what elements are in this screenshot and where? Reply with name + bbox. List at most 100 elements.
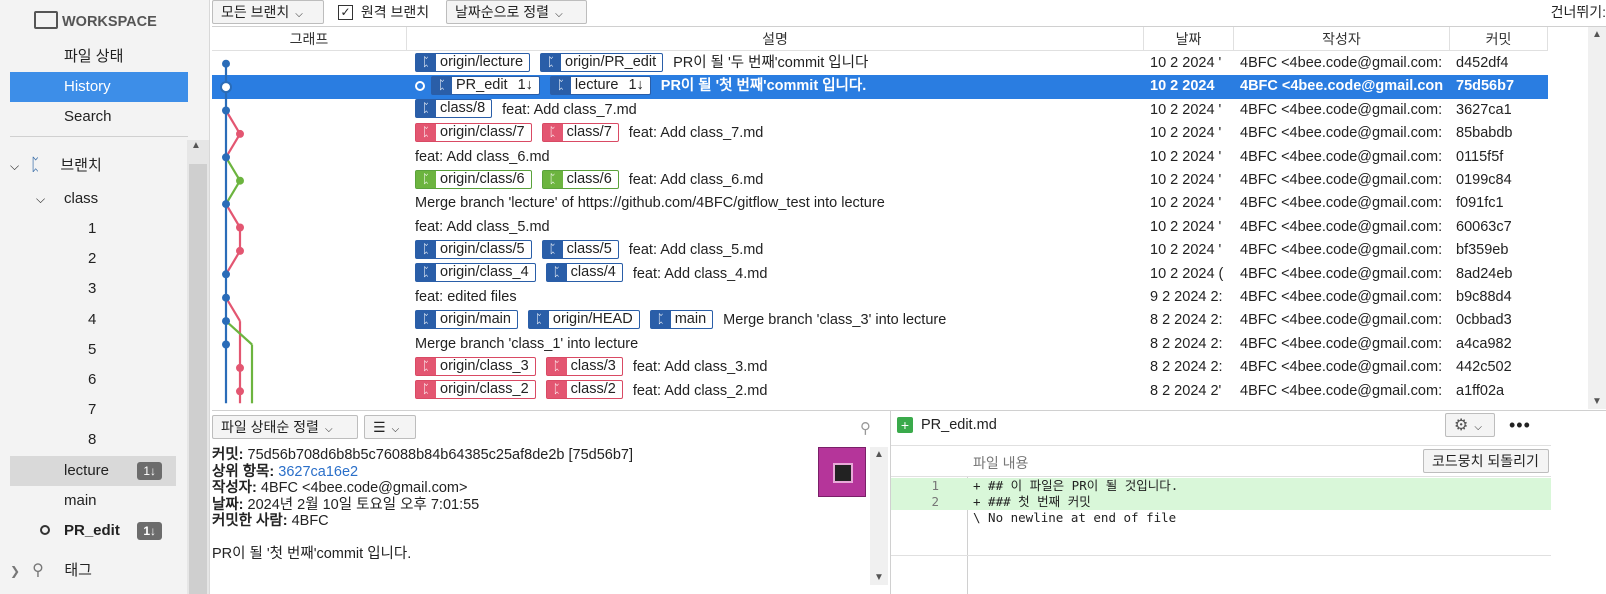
commit-node[interactable] [236,363,244,372]
branch-tag[interactable]: ᛈ class/2 [545,380,623,400]
branch-class-7[interactable]: 7 [88,395,96,425]
commit-row[interactable]: ᛈ origin/main ᛈ origin/HEAD ᛈ main Merge branc… [212,309,1548,332]
branch-tag[interactable]: ᛈ origin/class/6 [415,169,532,189]
class-folder[interactable]: ⌵ class [36,184,98,214]
commit-row[interactable]: feat: Add class_6.md 10 2 2024 ' 4BFC <4be… [212,146,1548,169]
commit-row[interactable]: ᛈ origin/class_3 ᛈ class/3 feat: Add class_3… [212,356,1548,379]
commit-row[interactable]: feat: edited files 9 2 2024 2: 4BFC <4bee.… [212,286,1548,309]
commit-node[interactable] [222,270,230,279]
branch-tag[interactable]: ᛈ PR_edit 1↓ [431,76,540,96]
branch-tag[interactable]: ᛈ origin/PR_edit [540,52,664,72]
commit-node[interactable] [222,153,230,162]
branch-class-1[interactable]: 1 [88,214,96,244]
branch-class-5[interactable]: 5 [88,335,96,365]
all-branches-dropdown[interactable]: 모든 브랜치 ⌵ [212,0,324,24]
branch-lecture[interactable]: lecture 1↓ [10,456,176,486]
branch-pr-edit[interactable]: PR_edit 1↓ [10,516,176,546]
branch-icon: ᛈ [650,311,671,329]
column-header-author[interactable]: 작성자 [1234,27,1450,51]
sidebar-scrollbar[interactable]: ▲ [187,140,209,594]
detail-scrollbar[interactable]: ▲ ▼ [870,447,888,585]
commit-hash: bf359eb [1456,242,1509,259]
commit-date: 10 2 2024 [1150,78,1215,95]
column-header-commit[interactable]: 커밋 [1450,27,1548,51]
sidebar-item-search[interactable]: Search [64,102,112,132]
tags-section[interactable]: ❯ ⚲ 태그 [10,556,92,586]
branch-tag[interactable]: ᛈ class/6 [541,169,619,189]
branch-tag[interactable]: ᛈ class/7 [541,122,619,142]
branches-section[interactable]: ⌵ ᛈ 브랜치 [10,150,102,180]
commit-row[interactable]: feat: Add class_5.md 10 2 2024 ' 4BFC <4be… [212,216,1548,239]
sort-dropdown[interactable]: 날짜순으로 정렬 ⌵ [446,0,587,24]
branch-tag[interactable]: ᛈ origin/HEAD [527,310,640,330]
commit-node[interactable] [222,200,230,209]
sidebar-item-history[interactable]: History [10,72,188,102]
branch-tag[interactable]: ᛈ origin/class/7 [415,122,532,142]
branch-class-2[interactable]: 2 [88,244,96,274]
column-header-date[interactable]: 날짜 [1144,27,1234,51]
chevron-up-icon[interactable]: ▲ [874,449,884,460]
branch-tag[interactable]: ᛈ main [649,310,714,330]
branch-tag[interactable]: ᛈ origin/lecture [415,52,531,72]
commit-row[interactable]: ᛈ origin/class_2 ᛈ class/2 feat: Add class_2… [212,380,1548,403]
remote-branch-toggle[interactable]: ✓ 원격 브랜치 [338,2,429,22]
branch-tag[interactable]: ᛈ origin/class_2 [415,380,536,400]
sidebar-item-file-status[interactable]: 파일 상태 [64,42,123,72]
commit-row[interactable]: ᛈ PR_edit 1↓ ᛈ lecture 1↓ PR이 될 '첫 번째'commit 입… [212,75,1548,99]
checkbox[interactable]: ✓ [338,4,353,20]
commit-row[interactable]: ᛈ origin/class_4 ᛈ class/4 feat: Add class_4… [212,263,1548,286]
column-header-description[interactable]: 설명 [407,27,1144,51]
parent-link[interactable]: 3627ca16e2 [278,464,358,480]
branch-tag[interactable]: ᛈ class/4 [545,263,623,283]
commit-node[interactable] [236,129,244,138]
branch-tag-label: origin/HEAD [552,311,633,328]
chevron-up-icon[interactable]: ▲ [1592,29,1602,40]
column-header-graph[interactable]: 그래프 [212,27,407,51]
branch-class-8[interactable]: 8 [88,425,96,455]
commit-detail-pane: 파일 상태순 정렬 ⌵ ☰ ⌵ ⚲ 커밋: 75d56b708d6b8b5c7608… [212,410,890,594]
branch-tag[interactable]: ᛈ class/5 [541,239,619,259]
commit-row[interactable]: ᛈ origin/class/6 ᛈ class/6 feat: Add class_6… [212,169,1548,192]
more-icon[interactable]: ••• [1509,415,1531,436]
commit-node[interactable] [222,293,230,302]
commit-row[interactable]: ᛈ origin/lecture ᛈ origin/PR_edit PR이 될 '두 번… [212,52,1548,75]
branch-class-4[interactable]: 4 [88,305,96,335]
chevron-up-icon[interactable]: ▲ [191,140,201,151]
commit-node[interactable] [236,223,244,232]
branch-tag[interactable]: ᛈ origin/class_3 [415,356,536,376]
search-icon[interactable]: ⚲ [860,419,871,437]
commit-row[interactable]: Merge branch 'lecture' of https://github… [212,192,1548,215]
branch-tag[interactable]: ᛈ origin/class_4 [415,263,536,283]
chevron-down-icon[interactable]: ▼ [874,572,884,583]
commit-author: 4BFC <4bee.code@gmail.com: [1240,265,1443,282]
branch-tag[interactable]: ᛈ class/3 [545,356,623,376]
branch-class-3[interactable]: 3 [88,274,96,304]
commit-node[interactable] [222,59,230,68]
revert-hunk-button[interactable]: 코드뭉치 되돌리기 [1423,449,1549,473]
commit-node[interactable] [236,387,244,396]
view-mode-dropdown[interactable]: ☰ ⌵ [364,415,416,439]
settings-dropdown[interactable]: ⚙ ⌵ [1445,413,1495,437]
commit-row[interactable]: ᛈ origin/class/7 ᛈ class/7 feat: Add class_7… [212,122,1548,145]
branch-label: 7 [88,401,97,418]
commit-row[interactable]: ᛈ origin/class/5 ᛈ class/5 feat: Add class_5… [212,239,1548,262]
scrollbar-thumb[interactable] [189,164,207,594]
branch-tag[interactable]: ᛈ lecture 1↓ [549,76,651,96]
commit-node[interactable] [220,81,232,94]
branch-main[interactable]: main [64,486,97,516]
commit-row[interactable]: ᛈ class/8 feat: Add class_7.md 10 2 2024 ' 4… [212,99,1548,122]
commit-node[interactable] [222,340,230,349]
branch-tag[interactable]: ᛈ origin/class/5 [415,239,532,259]
commit-row[interactable]: Merge branch 'class_1' into lecture 8 2 2… [212,333,1548,356]
commit-node[interactable] [222,317,230,326]
commit-node[interactable] [222,106,230,115]
chevron-down-icon[interactable]: ▼ [1592,396,1602,407]
branch-label: 2 [88,250,97,267]
commit-node[interactable] [236,246,244,255]
history-scrollbar[interactable]: ▲ ▼ [1588,27,1606,409]
file-sort-dropdown[interactable]: 파일 상태순 정렬 ⌵ [212,415,358,439]
branch-tag[interactable]: ᛈ origin/main [415,310,518,330]
branch-class-6[interactable]: 6 [88,365,96,395]
branch-tag[interactable]: ᛈ class/8 [415,99,493,119]
commit-node[interactable] [236,176,244,185]
